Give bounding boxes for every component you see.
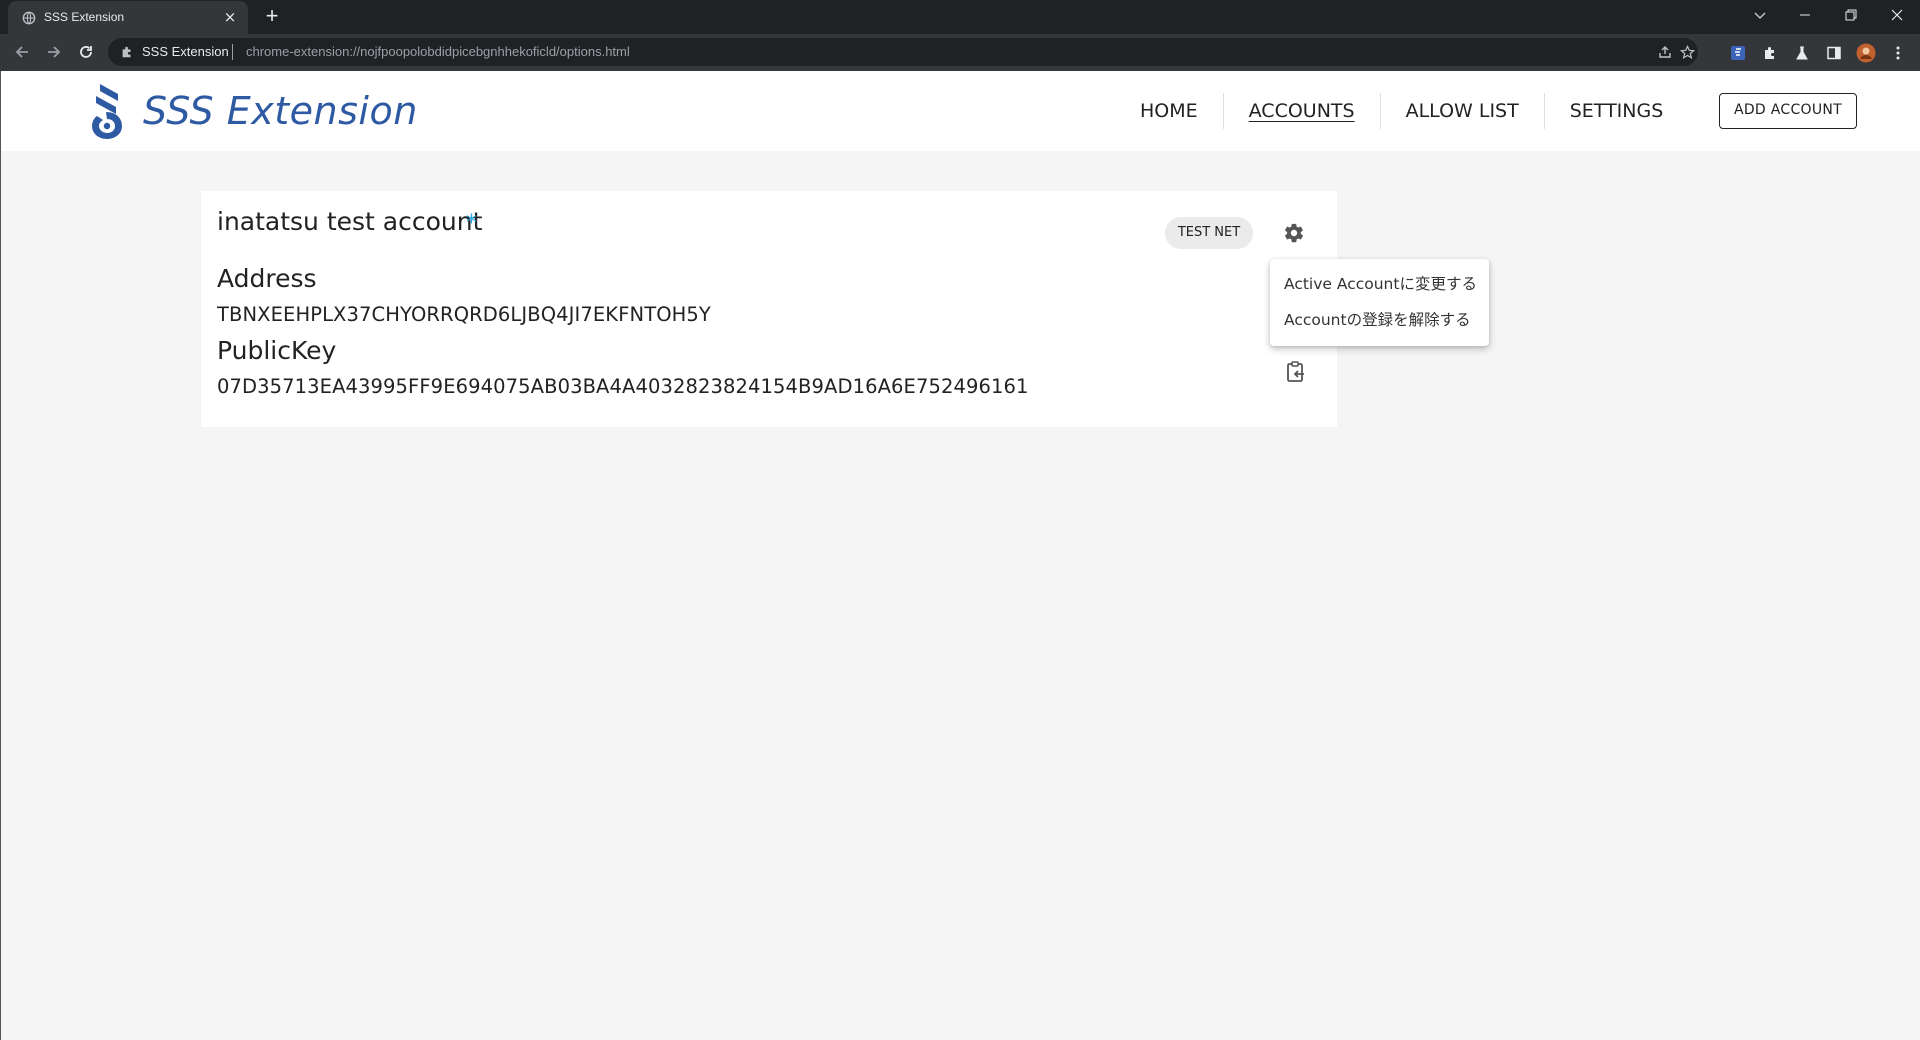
nav-settings[interactable]: SETTINGS (1545, 93, 1689, 129)
brand-title[interactable]: SSS Extension (143, 89, 418, 133)
nav-accounts[interactable]: ACCOUNTS (1224, 93, 1381, 129)
address-bar[interactable]: SSS Extension chrome-extension://nojfpoo… (108, 38, 1698, 66)
new-tab-button[interactable]: + (260, 5, 284, 29)
browser-tab-strip: SSS Extension × + (0, 0, 1920, 34)
account-name: inatatsu test account (217, 207, 483, 236)
menu-item-set-active[interactable]: Active Accountに変更する (1270, 270, 1489, 306)
globe-icon (22, 11, 36, 25)
sss-logo-icon[interactable] (88, 82, 124, 140)
omnibox-separator (232, 44, 233, 60)
forward-icon[interactable] (40, 38, 68, 66)
tab-search-icon[interactable] (1746, 2, 1774, 30)
menu-item-unregister[interactable]: Accountの登録を解除する (1270, 306, 1489, 342)
browser-toolbar: SSS Extension chrome-extension://nojfpoo… (0, 34, 1920, 71)
window-left-border (0, 71, 1, 1040)
publickey-label: PublicKey (217, 336, 337, 365)
add-account-button[interactable]: ADD ACCOUNT (1719, 93, 1857, 129)
side-panel-icon[interactable] (1823, 42, 1845, 64)
reload-icon[interactable] (72, 38, 100, 66)
network-chip: TEST NET (1165, 217, 1253, 249)
nav-home[interactable]: HOME (1115, 93, 1224, 129)
tab-title: SSS Extension (44, 10, 125, 24)
back-icon[interactable] (8, 38, 36, 66)
window-controls (1782, 0, 1920, 30)
app-header: SSS Extension HOME ACCOUNTS ALLOW LIST S… (0, 71, 1920, 151)
active-account-star-icon: * (466, 211, 477, 236)
profile-avatar-icon[interactable] (1855, 42, 1877, 64)
sss-extension-icon[interactable] (1727, 42, 1749, 64)
restore-icon[interactable] (1828, 0, 1874, 30)
publickey-value: 07D35713EA43995FF9E694075AB03BA4A4032823… (217, 375, 1029, 398)
site-name: SSS Extension (142, 44, 229, 59)
address-label: Address (217, 264, 317, 293)
nav-allow-list[interactable]: ALLOW LIST (1381, 93, 1545, 129)
puzzle-icon (122, 46, 131, 58)
address-value: TBNXEEHPLX37CHYORRQRD6LJBQ4JI7EKFNTOH5Y (217, 303, 711, 326)
url-text: chrome-extension://nojfpoopolobdidpicebg… (246, 44, 630, 59)
bookmark-star-icon[interactable] (1677, 42, 1697, 62)
browser-tab[interactable]: SSS Extension × (8, 1, 248, 34)
copy-clipboard-icon[interactable] (1284, 359, 1308, 385)
main-nav: HOME ACCOUNTS ALLOW LIST SETTINGS (1115, 93, 1688, 129)
close-window-icon[interactable] (1874, 0, 1920, 30)
account-card: inatatsu test account * TEST NET Address… (201, 191, 1337, 427)
gear-icon[interactable] (1280, 219, 1308, 247)
extensions-puzzle-icon[interactable] (1759, 42, 1781, 64)
labs-flask-icon[interactable] (1791, 42, 1813, 64)
account-options-menu: Active Accountに変更する Accountの登録を解除する (1270, 259, 1489, 346)
tab-close-icon[interactable]: × (222, 9, 238, 25)
share-icon[interactable] (1655, 42, 1675, 62)
chrome-menu-icon[interactable] (1887, 42, 1909, 64)
minimize-icon[interactable] (1782, 0, 1828, 30)
